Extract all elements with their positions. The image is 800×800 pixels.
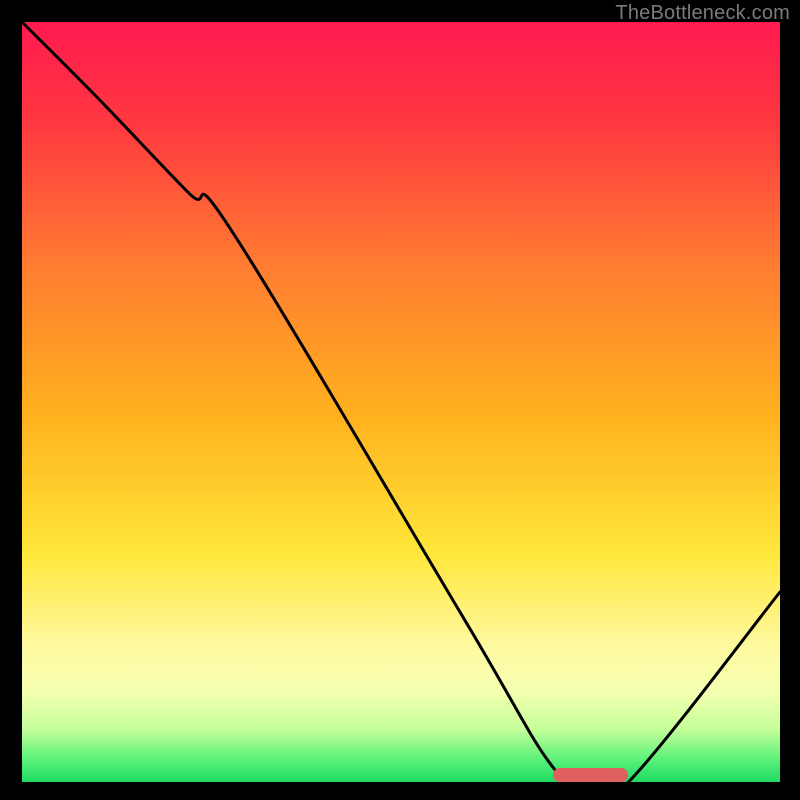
bottleneck-curve [22,22,780,798]
optimal-range-marker [553,768,629,782]
chart-frame: TheBottleneck.com [0,0,800,800]
plot-svg [22,22,780,782]
plot-area [22,22,780,782]
